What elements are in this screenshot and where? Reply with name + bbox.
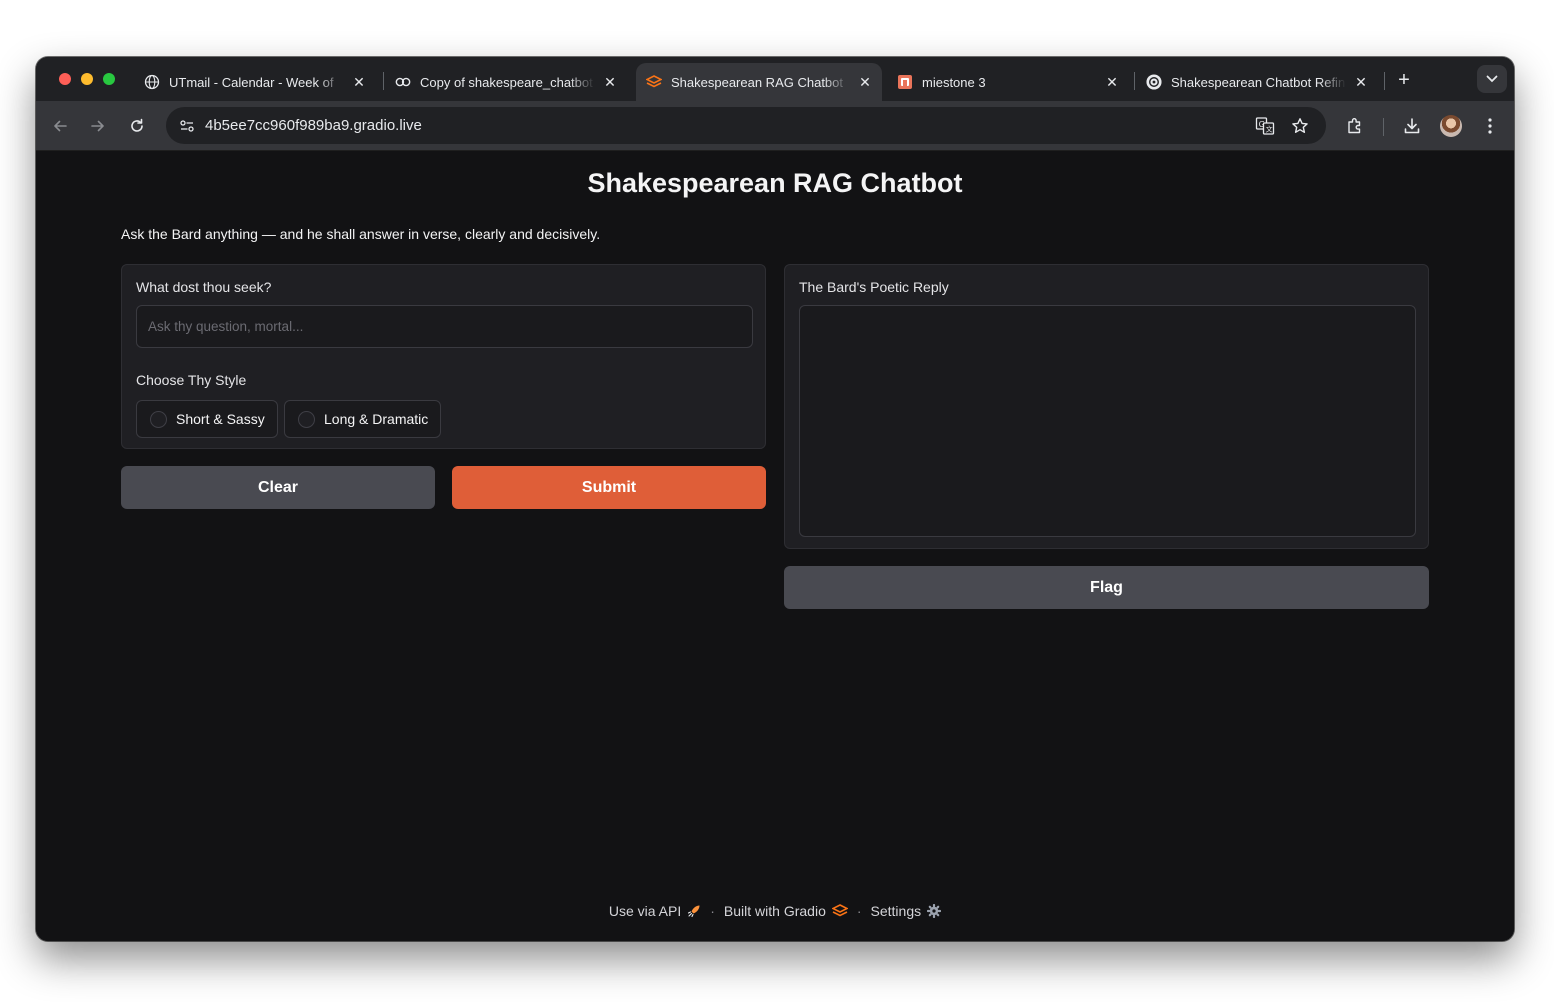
tab-miestone-3[interactable]: miestone 3 ✕ xyxy=(887,63,1129,101)
radio-button[interactable] xyxy=(150,410,167,428)
close-window-button[interactable] xyxy=(59,73,71,85)
globe-icon xyxy=(144,74,160,90)
tab-title: miestone 3 xyxy=(922,74,986,90)
minimize-window-button[interactable] xyxy=(81,73,93,85)
url-text: 4b5ee7cc960f989ba9.gradio.live xyxy=(205,117,422,134)
tab-shakespearean-chatbot-refinement[interactable]: Shakespearean Chatbot Refinement ✕ xyxy=(1136,63,1378,101)
clear-button[interactable]: Clear xyxy=(121,466,435,509)
forward-button[interactable] xyxy=(86,114,110,138)
input-panel: What dost thou seek? Choose Thy Style Sh… xyxy=(121,264,766,449)
gradio-app: Shakespearean RAG Chatbot Ask the Bard a… xyxy=(36,151,1514,941)
tab-utmail[interactable]: UTmail - Calendar - Week of ✕ xyxy=(134,63,376,101)
reload-button[interactable] xyxy=(125,114,149,138)
colab-icon xyxy=(395,74,411,90)
arrow-left-icon xyxy=(54,120,67,132)
svg-text:文: 文 xyxy=(1266,125,1273,134)
footer: Use via API · Built with Gradio · Settin… xyxy=(36,903,1514,919)
tab-strip: UTmail - Calendar - Week of ✕ Copy of sh… xyxy=(36,57,1514,101)
output-panel: The Bard's Poetic Reply xyxy=(784,264,1429,549)
openai-icon xyxy=(1146,74,1162,90)
chevron-down-icon xyxy=(1486,75,1498,83)
submit-button[interactable]: Submit xyxy=(452,466,766,509)
extensions-icon[interactable] xyxy=(1343,114,1367,138)
new-tab-button[interactable]: + xyxy=(1392,68,1416,92)
close-icon[interactable]: ✕ xyxy=(854,71,876,93)
address-bar[interactable]: 4b5ee7cc960f989ba9.gradio.live G文 xyxy=(166,107,1326,144)
flag-button[interactable]: Flag xyxy=(784,566,1429,609)
style-label: Choose Thy Style xyxy=(136,372,247,388)
browser-window: UTmail - Calendar - Week of ✕ Copy of sh… xyxy=(36,57,1514,941)
built-with-gradio-link[interactable]: Built with Gradio xyxy=(724,903,826,919)
settings-link[interactable]: Settings xyxy=(871,903,922,919)
style-option-short-sassy[interactable]: Short & Sassy xyxy=(136,400,278,438)
radio-label: Long & Dramatic xyxy=(324,411,429,427)
close-icon[interactable]: ✕ xyxy=(599,71,621,93)
tab-title: Copy of shakespeare_chatbot xyxy=(420,74,593,90)
back-button[interactable] xyxy=(48,114,72,138)
tab-title: Shakespearean RAG Chatbot xyxy=(671,74,843,90)
bard-reply-textbox[interactable] xyxy=(799,305,1416,537)
tab-title: Shakespearean Chatbot Refinement xyxy=(1171,74,1346,90)
tab-separator xyxy=(1384,72,1385,90)
question-input[interactable] xyxy=(136,305,753,348)
avatar[interactable] xyxy=(1440,115,1462,137)
kebab-menu-icon[interactable] xyxy=(1478,114,1502,138)
star-icon[interactable] xyxy=(1289,115,1311,137)
document-icon xyxy=(897,74,913,90)
use-via-api-link[interactable]: Use via API xyxy=(609,903,681,919)
browser-toolbar: 4b5ee7cc960f989ba9.gradio.live G文 xyxy=(36,101,1514,151)
tab-colab[interactable]: Copy of shakespeare_chatbot ✕ xyxy=(385,63,627,101)
arrow-right-icon xyxy=(91,120,104,132)
tab-separator xyxy=(1134,72,1135,90)
close-icon[interactable]: ✕ xyxy=(1350,71,1372,93)
gradio-icon xyxy=(646,74,662,90)
footer-separator: · xyxy=(710,903,715,919)
page-description: Ask the Bard anything — and he shall ans… xyxy=(121,226,601,242)
style-option-long-dramatic[interactable]: Long & Dramatic xyxy=(284,400,442,438)
download-icon[interactable] xyxy=(1400,114,1424,138)
maximize-window-button[interactable] xyxy=(103,73,115,85)
radio-label: Short & Sassy xyxy=(176,411,265,427)
tab-shakespearean-rag-chatbot[interactable]: Shakespearean RAG Chatbot ✕ xyxy=(636,63,882,101)
translate-icon[interactable]: G文 xyxy=(1254,115,1276,137)
gradio-logo-icon xyxy=(831,904,848,918)
tab-search-button[interactable] xyxy=(1477,65,1507,93)
question-label: What dost thou seek? xyxy=(136,279,272,295)
rocket-icon xyxy=(687,904,701,918)
gear-icon xyxy=(927,904,942,918)
close-icon[interactable]: ✕ xyxy=(1101,71,1123,93)
radio-button[interactable] xyxy=(298,410,315,428)
site-info-icon[interactable] xyxy=(174,113,200,139)
tab-title: UTmail - Calendar - Week of xyxy=(169,74,334,90)
close-icon[interactable]: ✕ xyxy=(348,71,370,93)
output-label: The Bard's Poetic Reply xyxy=(799,279,949,295)
page-title: Shakespearean RAG Chatbot xyxy=(587,168,963,198)
tab-separator xyxy=(383,72,384,90)
reload-icon xyxy=(131,118,143,132)
toolbar-separator xyxy=(1383,118,1384,136)
footer-separator: · xyxy=(856,903,862,919)
